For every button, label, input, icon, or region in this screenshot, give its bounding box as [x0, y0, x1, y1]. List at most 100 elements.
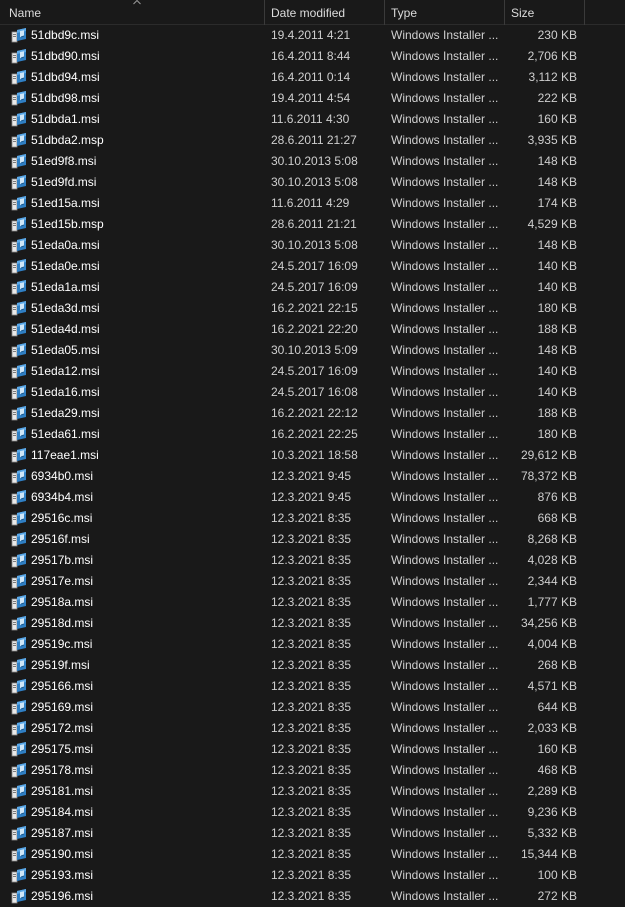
msi-installer-icon — [11, 510, 27, 526]
file-type: Windows Installer ... — [391, 700, 499, 714]
file-row[interactable]: 51eda29.msi 16.2.2021 22:12 Windows Inst… — [0, 403, 625, 424]
file-type: Windows Installer ... — [391, 112, 499, 126]
file-row[interactable]: 51ed9fd.msi 30.10.2013 5:08 Windows Inst… — [0, 172, 625, 193]
file-row[interactable]: 29517e.msi 12.3.2021 8:35 Windows Instal… — [0, 571, 625, 592]
file-row[interactable]: 295184.msi 12.3.2021 8:35 Windows Instal… — [0, 802, 625, 823]
file-row[interactable]: 51dbd98.msi 19.4.2011 4:54 Windows Insta… — [0, 88, 625, 109]
column-header-date[interactable]: Date modified — [265, 0, 385, 25]
file-row[interactable]: 51dbd9c.msi 19.4.2011 4:21 Windows Insta… — [0, 25, 625, 46]
file-row[interactable]: 51eda16.msi 24.5.2017 16:08 Windows Inst… — [0, 382, 625, 403]
file-name: 51dbd90.msi — [31, 49, 100, 63]
file-size: 668 KB — [537, 511, 577, 525]
msi-installer-icon — [11, 888, 27, 904]
file-row[interactable]: 295181.msi 12.3.2021 8:35 Windows Instal… — [0, 781, 625, 802]
file-date-modified: 28.6.2011 21:21 — [271, 217, 357, 231]
msi-installer-icon — [11, 678, 27, 694]
file-row[interactable]: 295175.msi 12.3.2021 8:35 Windows Instal… — [0, 739, 625, 760]
file-row[interactable]: 51dbd90.msi 16.4.2011 8:44 Windows Insta… — [0, 46, 625, 67]
msi-installer-icon — [11, 48, 27, 64]
file-date-modified: 19.4.2011 4:54 — [271, 91, 351, 105]
file-row[interactable]: 295193.msi 12.3.2021 8:35 Windows Instal… — [0, 865, 625, 886]
file-size: 140 KB — [537, 364, 577, 378]
column-header-name[interactable]: Name — [3, 0, 265, 25]
msi-installer-icon — [11, 552, 27, 568]
file-date-modified: 24.5.2017 16:09 — [271, 280, 358, 294]
file-row[interactable]: 51eda4d.msi 16.2.2021 22:20 Windows Inst… — [0, 319, 625, 340]
file-size: 140 KB — [537, 259, 577, 273]
file-name: 6934b4.msi — [31, 490, 94, 504]
file-type: Windows Installer ... — [391, 595, 499, 609]
file-row[interactable]: 295166.msi 12.3.2021 8:35 Windows Instal… — [0, 676, 625, 697]
file-date-modified: 12.3.2021 9:45 — [271, 490, 352, 504]
column-header-size[interactable]: Size — [505, 0, 585, 25]
msi-installer-icon — [11, 531, 27, 547]
file-size: 140 KB — [537, 385, 577, 399]
file-size: 4,004 KB — [527, 637, 577, 651]
file-name: 51eda1a.msi — [31, 280, 100, 294]
file-row[interactable]: 29518d.msi 12.3.2021 8:35 Windows Instal… — [0, 613, 625, 634]
file-size: 9,236 KB — [527, 805, 577, 819]
file-date-modified: 12.3.2021 8:35 — [271, 616, 352, 630]
file-date-modified: 16.2.2021 22:25 — [271, 427, 358, 441]
file-type: Windows Installer ... — [391, 322, 499, 336]
sort-ascending-icon — [133, 0, 141, 5]
file-date-modified: 24.5.2017 16:09 — [271, 259, 358, 273]
file-row[interactable]: 295172.msi 12.3.2021 8:35 Windows Instal… — [0, 718, 625, 739]
file-date-modified: 11.6.2011 4:29 — [271, 196, 350, 210]
file-row[interactable]: 51eda12.msi 24.5.2017 16:09 Windows Inst… — [0, 361, 625, 382]
file-size: 15,344 KB — [520, 847, 577, 861]
file-type: Windows Installer ... — [391, 280, 499, 294]
file-row[interactable]: 295190.msi 12.3.2021 8:35 Windows Instal… — [0, 844, 625, 865]
file-name: 295187.msi — [31, 826, 94, 840]
file-date-modified: 12.3.2021 8:35 — [271, 679, 352, 693]
file-row[interactable]: 51ed15b.msp 28.6.2011 21:21 Windows Inst… — [0, 214, 625, 235]
file-row[interactable]: 51dbda2.msp 28.6.2011 21:27 Windows Inst… — [0, 130, 625, 151]
msi-installer-icon — [11, 27, 27, 43]
msi-installer-icon — [11, 867, 27, 883]
file-row[interactable]: 295169.msi 12.3.2021 8:35 Windows Instal… — [0, 697, 625, 718]
file-row[interactable]: 29516c.msi 12.3.2021 8:35 Windows Instal… — [0, 508, 625, 529]
file-type: Windows Installer ... — [391, 889, 499, 903]
file-row[interactable]: 51ed15a.msi 11.6.2011 4:29 Windows Insta… — [0, 193, 625, 214]
file-name: 51ed15a.msi — [31, 196, 100, 210]
file-row[interactable]: 29518a.msi 12.3.2021 8:35 Windows Instal… — [0, 592, 625, 613]
file-size: 180 KB — [537, 427, 577, 441]
file-type: Windows Installer ... — [391, 196, 499, 210]
file-row[interactable]: 51dbd94.msi 16.4.2011 0:14 Windows Insta… — [0, 67, 625, 88]
column-header-type-label: Type — [391, 6, 418, 20]
file-row[interactable]: 51eda61.msi 16.2.2021 22:25 Windows Inst… — [0, 424, 625, 445]
file-row[interactable]: 51eda3d.msi 16.2.2021 22:15 Windows Inst… — [0, 298, 625, 319]
file-name: 295169.msi — [31, 700, 94, 714]
file-row[interactable]: 51eda1a.msi 24.5.2017 16:09 Windows Inst… — [0, 277, 625, 298]
file-row[interactable]: 29519c.msi 12.3.2021 8:35 Windows Instal… — [0, 634, 625, 655]
file-row[interactable]: 295187.msi 12.3.2021 8:35 Windows Instal… — [0, 823, 625, 844]
file-date-modified: 12.3.2021 8:35 — [271, 637, 352, 651]
file-date-modified: 12.3.2021 9:45 — [271, 469, 352, 483]
msi-installer-icon — [11, 489, 27, 505]
file-row[interactable]: 295178.msi 12.3.2021 8:35 Windows Instal… — [0, 760, 625, 781]
file-row[interactable]: 117eae1.msi 10.3.2021 18:58 Windows Inst… — [0, 445, 625, 466]
file-row[interactable]: 295196.msi 12.3.2021 8:35 Windows Instal… — [0, 886, 625, 907]
file-row[interactable]: 6934b4.msi 12.3.2021 9:45 Windows Instal… — [0, 487, 625, 508]
file-name: 51eda61.msi — [31, 427, 100, 441]
msi-installer-icon — [11, 237, 27, 253]
file-row[interactable]: 6934b0.msi 12.3.2021 9:45 Windows Instal… — [0, 466, 625, 487]
file-row[interactable]: 29516f.msi 12.3.2021 8:35 Windows Instal… — [0, 529, 625, 550]
file-row[interactable]: 29519f.msi 12.3.2021 8:35 Windows Instal… — [0, 655, 625, 676]
column-header-type[interactable]: Type — [385, 0, 505, 25]
file-row[interactable]: 51dbda1.msi 11.6.2011 4:30 Windows Insta… — [0, 109, 625, 130]
file-name: 51dbd9c.msi — [31, 28, 100, 42]
msi-installer-icon — [11, 300, 27, 316]
file-type: Windows Installer ... — [391, 385, 499, 399]
file-size: 8,268 KB — [527, 532, 577, 546]
file-type: Windows Installer ... — [391, 742, 499, 756]
msi-installer-icon — [11, 573, 27, 589]
file-row[interactable]: 29517b.msi 12.3.2021 8:35 Windows Instal… — [0, 550, 625, 571]
file-type: Windows Installer ... — [391, 616, 499, 630]
file-row[interactable]: 51ed9f8.msi 30.10.2013 5:08 Windows Inst… — [0, 151, 625, 172]
file-row[interactable]: 51eda0e.msi 24.5.2017 16:09 Windows Inst… — [0, 256, 625, 277]
file-row[interactable]: 51eda05.msi 30.10.2013 5:09 Windows Inst… — [0, 340, 625, 361]
file-name: 51eda05.msi — [31, 343, 100, 357]
file-row[interactable]: 51eda0a.msi 30.10.2013 5:08 Windows Inst… — [0, 235, 625, 256]
file-type: Windows Installer ... — [391, 805, 499, 819]
